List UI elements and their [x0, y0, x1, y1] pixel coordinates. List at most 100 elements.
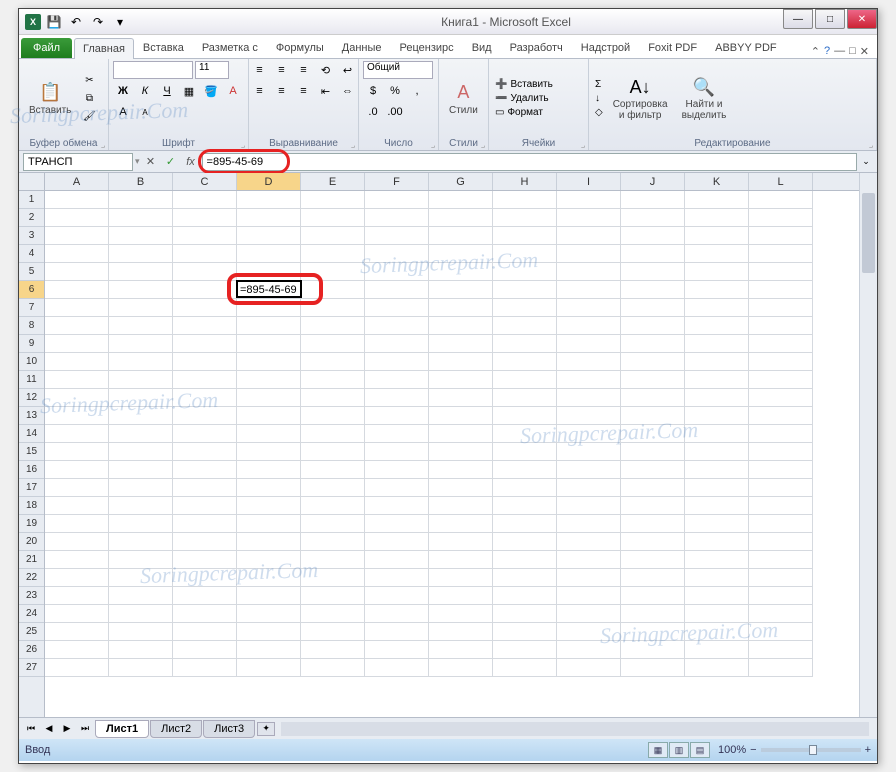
increase-decimal-icon[interactable]: .0: [363, 103, 383, 121]
cell[interactable]: [237, 641, 301, 659]
cell[interactable]: [173, 407, 237, 425]
cell[interactable]: [301, 227, 365, 245]
cell[interactable]: [45, 623, 109, 641]
cell[interactable]: [749, 263, 813, 281]
cell[interactable]: [621, 515, 685, 533]
cell[interactable]: [685, 245, 749, 263]
ribbon-tab-0[interactable]: Главная: [74, 38, 134, 59]
cell[interactable]: [749, 533, 813, 551]
redo-icon[interactable]: ↷: [89, 13, 107, 31]
sheet-nav-next-icon[interactable]: ▶: [59, 721, 75, 737]
close-button[interactable]: ✕: [847, 9, 877, 29]
cell[interactable]: [45, 191, 109, 209]
cell[interactable]: [685, 515, 749, 533]
cell[interactable]: [621, 443, 685, 461]
cell[interactable]: [237, 497, 301, 515]
formula-expand-icon[interactable]: ⌄: [859, 156, 873, 167]
cell[interactable]: [621, 587, 685, 605]
zoom-level[interactable]: 100%: [718, 744, 746, 756]
format-painter-icon[interactable]: 🖌: [79, 108, 99, 124]
cell[interactable]: [45, 353, 109, 371]
underline-button[interactable]: Ч: [157, 82, 177, 100]
fx-icon[interactable]: fx: [182, 153, 200, 171]
cell[interactable]: [173, 245, 237, 263]
cell[interactable]: [109, 245, 173, 263]
cell[interactable]: [685, 281, 749, 299]
cell[interactable]: [45, 533, 109, 551]
merge-cells-icon[interactable]: ⇔: [338, 82, 358, 100]
cell[interactable]: [173, 263, 237, 281]
comma-icon[interactable]: ,: [407, 82, 427, 100]
cell[interactable]: [749, 371, 813, 389]
cell[interactable]: [749, 281, 813, 299]
cell[interactable]: [685, 425, 749, 443]
cell[interactable]: [109, 641, 173, 659]
cell[interactable]: [301, 299, 365, 317]
cell[interactable]: [685, 461, 749, 479]
sheet-nav-first-icon[interactable]: ⏮: [23, 721, 39, 737]
cell[interactable]: [429, 209, 493, 227]
styles-button[interactable]: A Стили: [443, 79, 484, 118]
cell[interactable]: [173, 389, 237, 407]
align-left-icon[interactable]: ≡: [250, 82, 270, 100]
cell[interactable]: [429, 515, 493, 533]
cell[interactable]: [173, 299, 237, 317]
ribbon-tab-10[interactable]: ABBYY PDF: [706, 37, 786, 58]
cell[interactable]: [365, 317, 429, 335]
cell[interactable]: [493, 587, 557, 605]
cell[interactable]: [237, 659, 301, 677]
cell[interactable]: [45, 263, 109, 281]
cell[interactable]: [173, 623, 237, 641]
row-header[interactable]: 2: [19, 209, 44, 227]
cell[interactable]: [685, 479, 749, 497]
cell[interactable]: [301, 497, 365, 515]
cell[interactable]: [173, 353, 237, 371]
orientation-icon[interactable]: ⟲: [316, 61, 336, 79]
cell[interactable]: [749, 461, 813, 479]
cell[interactable]: [621, 191, 685, 209]
cell[interactable]: [45, 497, 109, 515]
cell[interactable]: [749, 587, 813, 605]
cell[interactable]: [45, 281, 109, 299]
cell[interactable]: [301, 641, 365, 659]
decrease-decimal-icon[interactable]: .00: [385, 103, 405, 121]
cell[interactable]: [301, 191, 365, 209]
cell[interactable]: [365, 461, 429, 479]
align-top-icon[interactable]: ≡: [250, 61, 270, 79]
row-header[interactable]: 23: [19, 587, 44, 605]
cell[interactable]: [493, 659, 557, 677]
number-format-select[interactable]: Общий: [363, 61, 433, 79]
cell[interactable]: [301, 551, 365, 569]
cell[interactable]: [557, 425, 621, 443]
cell[interactable]: [109, 443, 173, 461]
cell[interactable]: [365, 569, 429, 587]
column-header[interactable]: A: [45, 173, 109, 190]
currency-icon[interactable]: $: [363, 82, 383, 100]
fill-button[interactable]: ↓: [593, 92, 605, 105]
cell[interactable]: [173, 605, 237, 623]
cell[interactable]: [429, 227, 493, 245]
cell[interactable]: [749, 479, 813, 497]
sheet-tab[interactable]: Лист2: [150, 720, 202, 738]
new-sheet-button[interactable]: ✦: [257, 722, 275, 736]
cell[interactable]: [557, 281, 621, 299]
ribbon-tab-6[interactable]: Вид: [463, 37, 501, 58]
bold-button[interactable]: Ж: [113, 82, 133, 100]
cell[interactable]: [493, 407, 557, 425]
cell[interactable]: [45, 335, 109, 353]
ribbon-tab-5[interactable]: Рецензирс: [391, 37, 463, 58]
cell[interactable]: [557, 461, 621, 479]
normal-view-icon[interactable]: ▦: [648, 742, 668, 758]
cell[interactable]: [301, 461, 365, 479]
ribbon-tab-4[interactable]: Данные: [333, 37, 391, 58]
row-header[interactable]: 12: [19, 389, 44, 407]
cell[interactable]: [237, 209, 301, 227]
cell[interactable]: [109, 515, 173, 533]
cell[interactable]: [621, 335, 685, 353]
cell[interactable]: [365, 443, 429, 461]
grow-font-icon[interactable]: A: [113, 103, 133, 121]
cell[interactable]: [557, 587, 621, 605]
row-header[interactable]: 25: [19, 623, 44, 641]
ribbon-tab-3[interactable]: Формулы: [267, 37, 333, 58]
cell[interactable]: [45, 569, 109, 587]
